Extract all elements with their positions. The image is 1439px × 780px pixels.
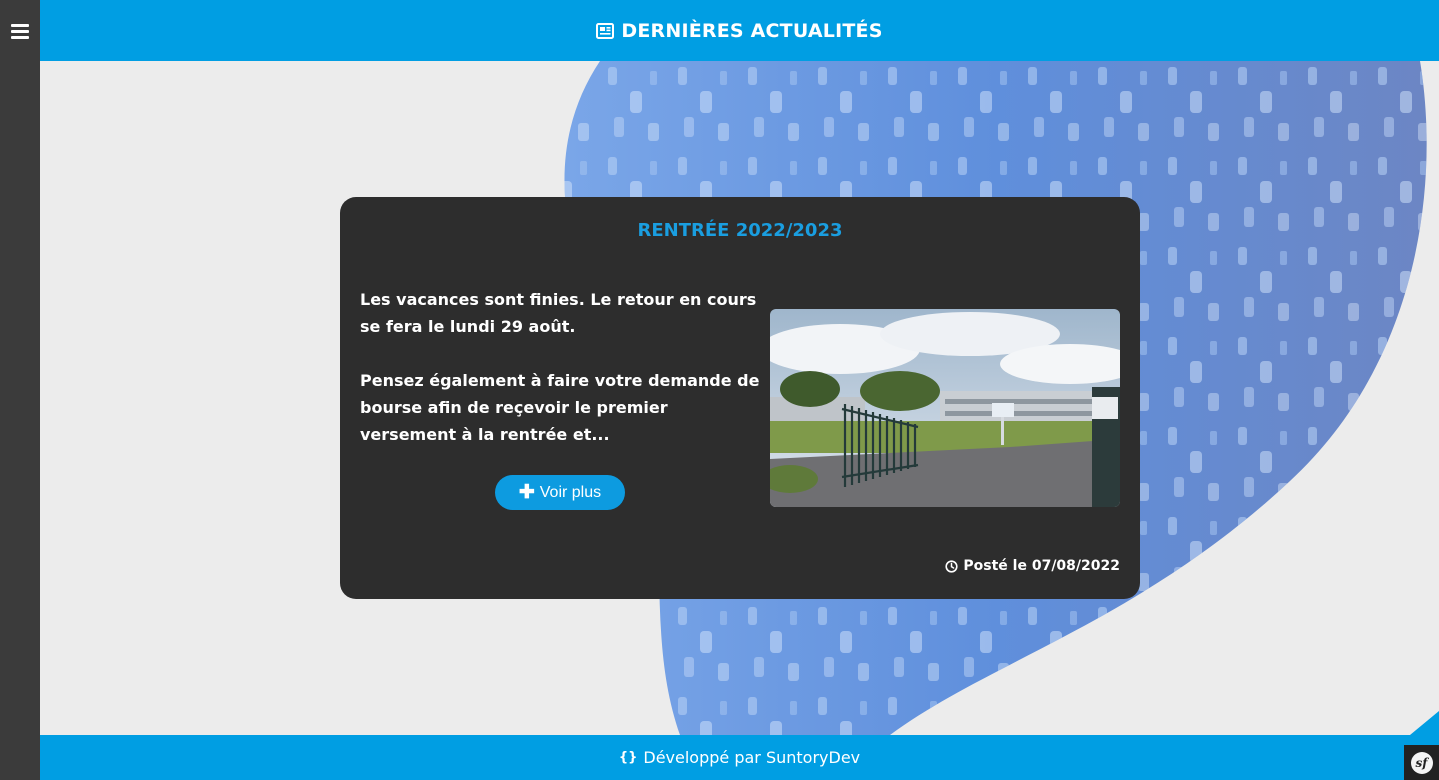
symfony-toolbar-button[interactable]: sf	[1404, 745, 1439, 780]
clock-icon	[945, 559, 958, 573]
code-braces-icon: {}	[618, 750, 638, 765]
posted-date: Posté le 07/08/2022	[945, 558, 1120, 574]
article-paragraph-1: Les vacances sont finies. Le retour en c…	[360, 290, 757, 336]
sidebar	[0, 0, 40, 780]
footer-credit: Développé par SuntoryDev	[643, 748, 861, 767]
newspaper-icon	[596, 22, 615, 39]
article-title: RENTRÉE 2022/2023	[637, 220, 843, 241]
news-card: RENTRÉE 2022/2023 Les vacances sont fini…	[340, 197, 1140, 599]
voir-plus-label: Voir plus	[539, 483, 602, 501]
voir-plus-button[interactable]: ✚ Voir plus	[495, 475, 625, 510]
symfony-logo-icon: sf	[1410, 751, 1433, 774]
header-bar: DERNIÈRES ACTUALITÉS	[40, 0, 1439, 61]
school-entrance-photo	[770, 309, 1120, 507]
plus-icon: ✚	[518, 482, 535, 503]
page-title: DERNIÈRES ACTUALITÉS	[621, 19, 883, 42]
article-paragraph-2: Pensez également à faire votre demande d…	[360, 371, 760, 444]
posted-date-text: Posté le 07/08/2022	[963, 558, 1120, 574]
footer-bar: {} Développé par SuntoryDev	[40, 735, 1439, 780]
hamburger-menu-icon[interactable]	[11, 24, 29, 39]
article-excerpt: Les vacances sont finies. Le retour en c…	[360, 286, 765, 448]
